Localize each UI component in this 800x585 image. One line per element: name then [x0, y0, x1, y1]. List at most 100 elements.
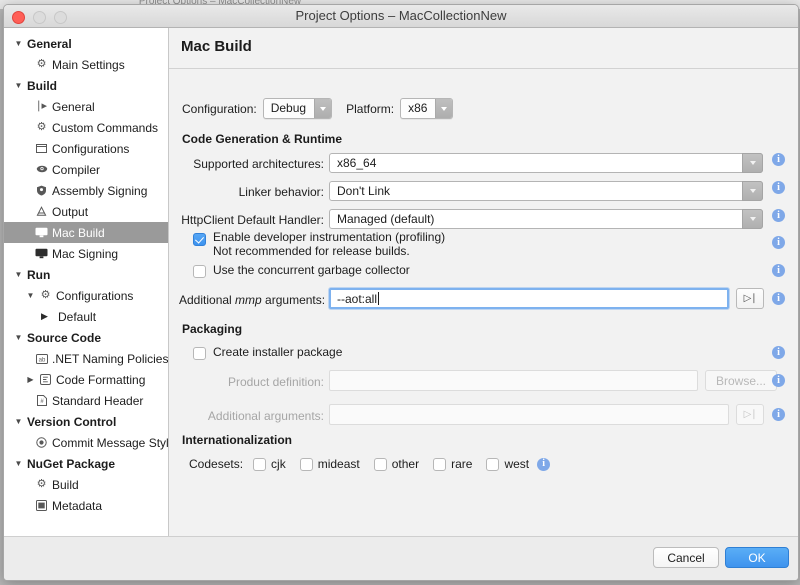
codeset-rare[interactable]: rare [433, 457, 472, 471]
chevron-down-icon[interactable] [314, 99, 331, 118]
info-icon[interactable]: i [772, 292, 785, 305]
naming-icon: ab [33, 354, 50, 364]
sidebar-item-output[interactable]: Output [4, 201, 168, 222]
sidebar-item-build-general[interactable]: ∣▸ General [4, 96, 168, 117]
sidebar-item-label: Version Control [25, 415, 116, 429]
info-icon[interactable]: i [772, 346, 785, 359]
additional-mmp-input[interactable]: --aot:all [329, 288, 729, 309]
sidebar-item-mac-build[interactable]: Mac Build [4, 222, 168, 243]
sidebar-item-general[interactable]: General [4, 33, 168, 54]
browse-button[interactable]: Browse... [705, 370, 777, 391]
window-title: Project Options – MacCollectionNew [4, 8, 798, 23]
chevron-down-icon[interactable] [12, 333, 25, 342]
chevron-down-icon[interactable] [742, 153, 763, 173]
sidebar-item-configurations[interactable]: Configurations [4, 138, 168, 159]
sidebar-item-version-control[interactable]: Version Control [4, 411, 168, 432]
enable-instrumentation-label[interactable]: Enable developer instrumentation (profil… [213, 230, 445, 244]
codeset-cjk-checkbox[interactable] [253, 458, 266, 471]
title-divider [169, 68, 798, 69]
supported-architectures-value: x86_64 [330, 156, 742, 170]
platform-dropdown[interactable]: x86 [400, 98, 453, 119]
titlebar[interactable]: Project Options – MacCollectionNew [4, 5, 798, 28]
chevron-down-icon[interactable] [12, 39, 25, 48]
svg-text:#: # [40, 399, 44, 405]
header-icon: # [33, 395, 50, 406]
chevron-down-icon[interactable] [742, 209, 763, 229]
concurrent-gc-label[interactable]: Use the concurrent garbage collector [213, 263, 410, 277]
sidebar-item-mac-signing[interactable]: Mac Signing [4, 243, 168, 264]
codeset-west-checkbox[interactable] [486, 458, 499, 471]
sidebar-item-label: Configurations [54, 289, 133, 303]
enable-instrumentation-checkbox[interactable] [193, 233, 206, 246]
create-installer-label[interactable]: Create installer package [213, 345, 342, 359]
commit-icon [33, 437, 50, 448]
chevron-down-icon[interactable] [435, 99, 452, 118]
sidebar-item-main-settings[interactable]: ⚙ Main Settings [4, 54, 168, 75]
info-icon[interactable]: i [772, 236, 785, 249]
sidebar-item-default[interactable]: Default [4, 306, 168, 327]
sidebar-item-nuget-build[interactable]: ⚙ Build [4, 474, 168, 495]
sidebar-item-nuget-package[interactable]: NuGet Package [4, 453, 168, 474]
expand-arrow-icon[interactable]: ▷∣ [736, 288, 764, 309]
chevron-down-icon[interactable] [24, 291, 37, 300]
expand-arrow-icon[interactable]: ▷∣ [736, 404, 764, 425]
sidebar-item-standard-header[interactable]: # Standard Header [4, 390, 168, 411]
codeset-rare-checkbox[interactable] [433, 458, 446, 471]
triangle-right-icon[interactable] [38, 311, 51, 322]
mac-build-panel: Mac Build Configuration: Debug Platform:… [169, 28, 798, 537]
chevron-right-icon[interactable] [24, 375, 37, 384]
supported-architectures-combo[interactable]: x86_64 [329, 153, 763, 173]
info-icon[interactable]: i [537, 458, 550, 471]
formatting-icon [37, 374, 54, 385]
httpclient-handler-label: HttpClient Default Handler: [179, 213, 324, 227]
additional-arguments-input[interactable] [329, 404, 729, 425]
info-icon[interactable]: i [772, 264, 785, 277]
configuration-label: Configuration: [182, 102, 257, 116]
linker-behavior-combo[interactable]: Don't Link [329, 181, 763, 201]
codeset-mideast[interactable]: mideast [300, 457, 360, 471]
sidebar-item-source-code[interactable]: Source Code [4, 327, 168, 348]
info-icon[interactable]: i [772, 153, 785, 166]
create-installer-checkbox[interactable] [193, 347, 206, 360]
configuration-row: Configuration: Debug Platform: x86 [182, 98, 453, 119]
chevron-down-icon[interactable] [12, 459, 25, 468]
info-icon[interactable]: i [772, 209, 785, 222]
compiler-icon [33, 164, 50, 175]
build-general-icon: ∣▸ [33, 101, 50, 112]
sidebar-item-commit-message-style[interactable]: Commit Message Style [4, 432, 168, 453]
cancel-button[interactable]: Cancel [653, 547, 719, 568]
sidebar-item-code-formatting[interactable]: Code Formatting [4, 369, 168, 390]
sidebar-item-metadata[interactable]: Metadata [4, 495, 168, 516]
concurrent-gc-checkbox[interactable] [193, 265, 206, 278]
chevron-down-icon[interactable] [742, 181, 763, 201]
info-icon[interactable]: i [772, 181, 785, 194]
chevron-down-icon[interactable] [12, 270, 25, 279]
sidebar-item-net-naming-policies[interactable]: ab .NET Naming Policies [4, 348, 168, 369]
sidebar-item-run-configurations[interactable]: ⚙ Configurations [4, 285, 168, 306]
codeset-mideast-checkbox[interactable] [300, 458, 313, 471]
info-icon[interactable]: i [772, 374, 785, 387]
ok-button[interactable]: OK [725, 547, 789, 568]
product-definition-input[interactable] [329, 370, 698, 391]
codeset-cjk[interactable]: cjk [253, 457, 286, 471]
httpclient-handler-combo[interactable]: Managed (default) [329, 209, 763, 229]
sidebar-item-custom-commands[interactable]: ⚙ Custom Commands [4, 117, 168, 138]
sidebar-item-build[interactable]: Build [4, 75, 168, 96]
sidebar-item-run[interactable]: Run [4, 264, 168, 285]
sidebar-item-compiler[interactable]: Compiler [4, 159, 168, 180]
text-caret [378, 292, 379, 305]
info-icon[interactable]: i [772, 408, 785, 421]
sidebar-item-label: Build [25, 79, 57, 93]
codeset-other-checkbox[interactable] [374, 458, 387, 471]
codeset-west[interactable]: west [486, 457, 529, 471]
configuration-dropdown[interactable]: Debug [263, 98, 332, 119]
settings-sidebar[interactable]: General ⚙ Main Settings Build ∣▸ General… [4, 28, 169, 537]
sidebar-item-assembly-signing[interactable]: Assembly Signing [4, 180, 168, 201]
codeset-other[interactable]: other [374, 457, 419, 471]
output-icon [33, 206, 50, 217]
sidebar-item-label: Mac Signing [50, 247, 118, 261]
gear-icon: ⚙ [37, 290, 54, 301]
additional-arguments-label: Additional arguments: [189, 409, 324, 423]
chevron-down-icon[interactable] [12, 417, 25, 426]
chevron-down-icon[interactable] [12, 81, 25, 90]
